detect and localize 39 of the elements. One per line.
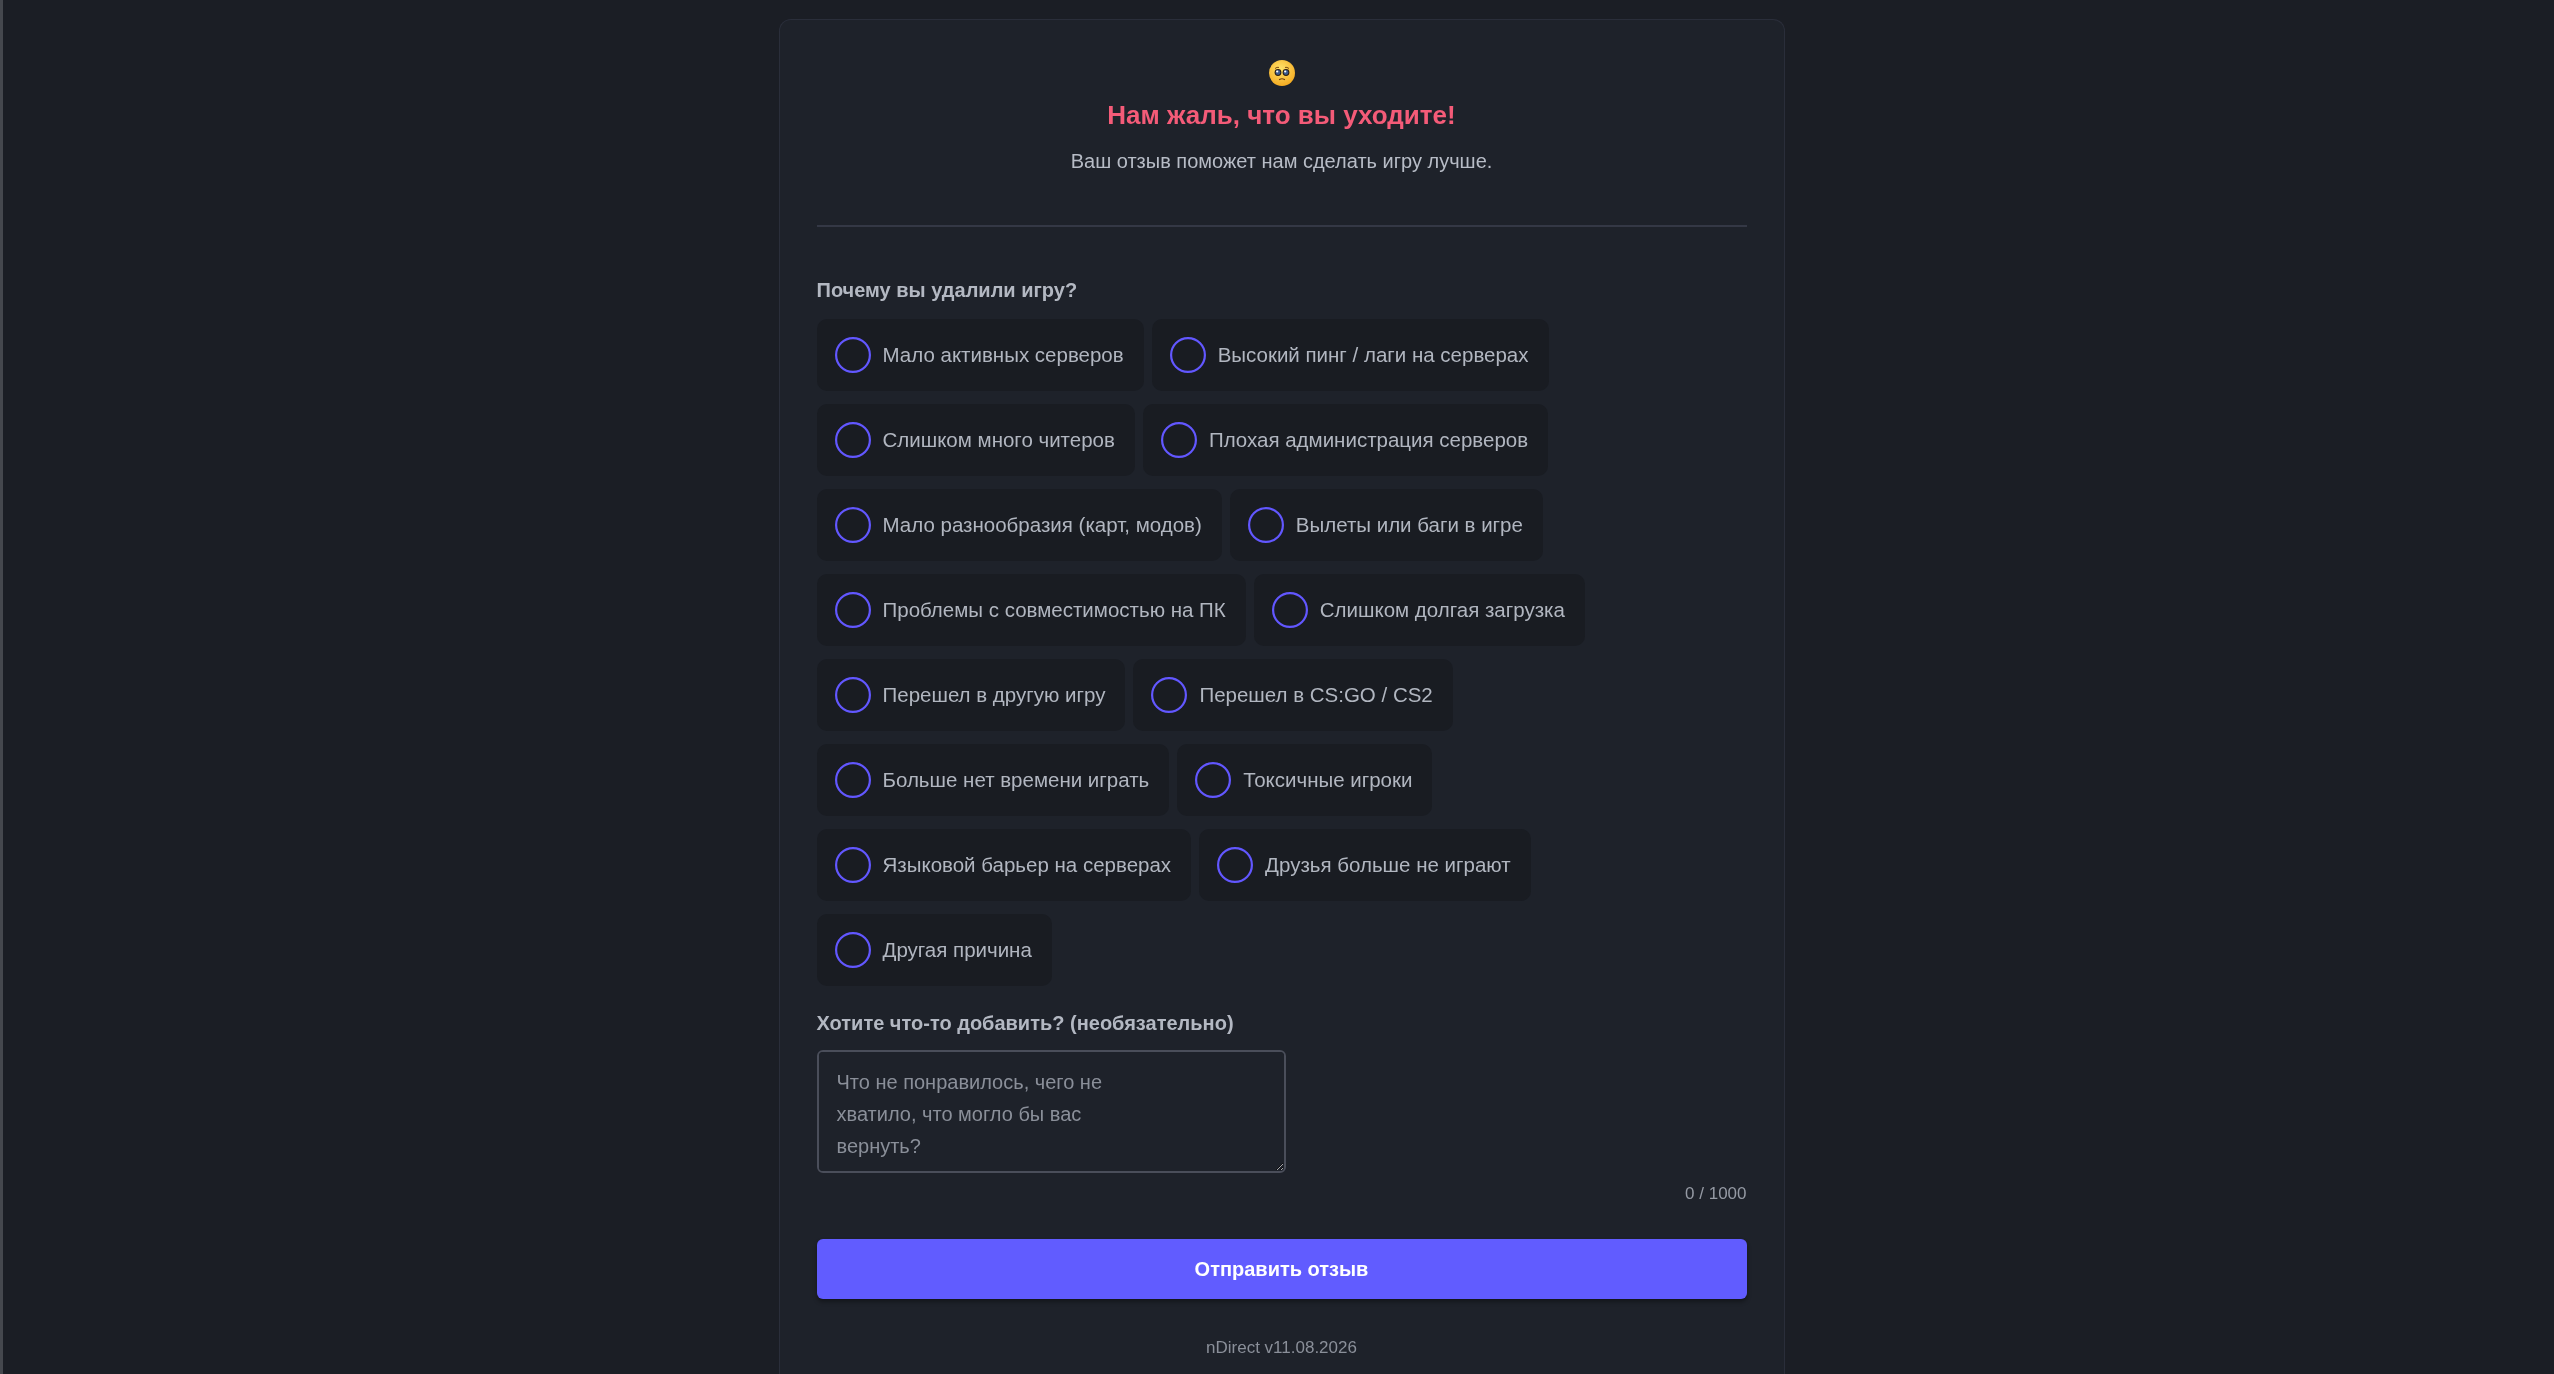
- radio-button[interactable]: [834, 762, 871, 799]
- page-title: Нам жаль, что вы уходите!: [1106, 100, 1457, 132]
- radio-button[interactable]: [1247, 507, 1284, 544]
- radio-button[interactable]: [834, 422, 871, 459]
- reason-option[interactable]: Друзья больше не играют: [1199, 829, 1531, 902]
- reason-option[interactable]: Слишком много читеров: [816, 404, 1135, 477]
- radio-button[interactable]: [1160, 422, 1197, 459]
- reason-option[interactable]: Языковой барьер на серверах: [816, 829, 1192, 902]
- reason-option[interactable]: Вылеты или баги в игре: [1229, 489, 1543, 562]
- comment-label: Хотите что-то добавить? (необязательно): [816, 1011, 1235, 1036]
- radio-button[interactable]: [1195, 762, 1232, 799]
- reason-option[interactable]: Больше нет времени играть: [816, 744, 1170, 817]
- reason-option[interactable]: Слишком долгая загрузка: [1253, 574, 1585, 647]
- radio-button[interactable]: [1169, 337, 1206, 374]
- character-counter: 0 / 1000: [1685, 1183, 1747, 1206]
- radio-button[interactable]: [1271, 592, 1308, 629]
- reason-option[interactable]: Токсичные игроки: [1177, 744, 1433, 817]
- reason-option[interactable]: Мало активных серверов: [816, 319, 1144, 392]
- reason-option[interactable]: Проблемы с совместимостью на ПК: [816, 574, 1246, 647]
- subtitle-text: Ваш отзыв поможет нам сделать игру лучше.: [1069, 149, 1494, 175]
- reason-option[interactable]: Высокий пинг / лаги на серверах: [1151, 319, 1549, 392]
- reason-option[interactable]: Плохая администрация серверов: [1142, 404, 1549, 477]
- radio-button[interactable]: [1217, 847, 1254, 884]
- reason-option[interactable]: Мало разнообразия (карт, модов): [816, 489, 1222, 562]
- radio-button[interactable]: [834, 677, 871, 714]
- radio-button[interactable]: [834, 337, 871, 374]
- question-label: Почему вы удалили игру?: [816, 278, 1079, 303]
- radio-button[interactable]: [834, 847, 871, 884]
- reason-option[interactable]: Перешел в CS:GO / CS2: [1133, 659, 1453, 732]
- radio-button[interactable]: [834, 932, 871, 969]
- radio-button[interactable]: [1151, 677, 1188, 714]
- radio-button[interactable]: [834, 592, 871, 629]
- sad-face-icon: [1268, 60, 1295, 86]
- reason-option[interactable]: Перешел в другую игру: [816, 659, 1126, 732]
- radio-button[interactable]: [834, 507, 871, 544]
- comment-textarea[interactable]: Что не понравилось, чего не хватило, что могло бы вас вернуть?: [816, 1050, 1286, 1174]
- submit-button[interactable]: Отправить отзыв: [816, 1238, 1747, 1299]
- version-text: nDirect v11.08.2026: [1206, 1336, 1357, 1359]
- reason-option[interactable]: Другая причина: [816, 914, 1052, 987]
